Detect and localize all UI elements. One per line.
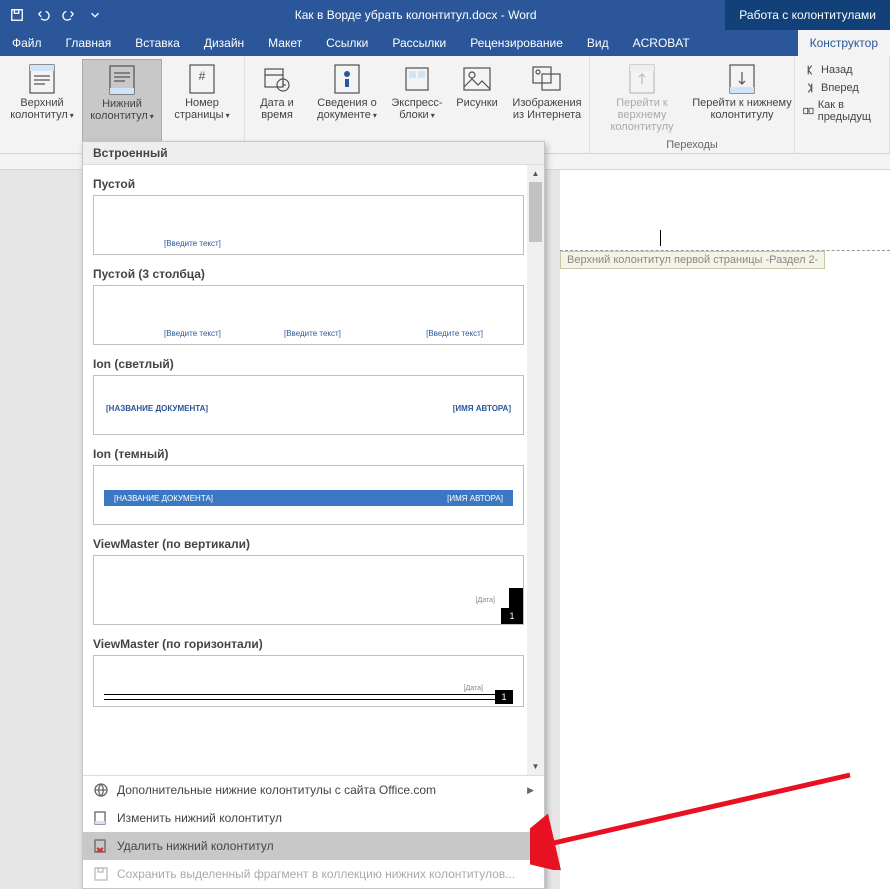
- header-icon: [26, 63, 58, 95]
- tab-layout[interactable]: Макет: [256, 30, 314, 56]
- edit-footer[interactable]: Изменить нижний колонтитул: [83, 804, 544, 832]
- tab-design[interactable]: Дизайн: [192, 30, 256, 56]
- window-title: Как в Ворде убрать колонтитул.docx - Wor…: [106, 8, 725, 22]
- tab-insert[interactable]: Вставка: [123, 30, 192, 56]
- gallery-scrollbar[interactable]: ▲ ▼: [527, 165, 544, 775]
- goto-header-icon: [626, 63, 658, 95]
- save-gallery-icon: [93, 866, 109, 882]
- edit-footer-icon: [93, 810, 109, 826]
- pictures-button[interactable]: Рисунки: [447, 59, 507, 153]
- tab-constructor[interactable]: Конструктор: [798, 30, 890, 56]
- gallery-footer: Дополнительные нижние колонтитулы с сайт…: [83, 775, 544, 888]
- quick-parts-button[interactable]: Экспресс-блоки: [387, 59, 447, 153]
- tab-mailings[interactable]: Рассылки: [380, 30, 458, 56]
- more-footers-online[interactable]: Дополнительные нижние колонтитулы с сайт…: [83, 776, 544, 804]
- goto-footer-icon: [726, 63, 758, 95]
- nav-back-button[interactable]: Назад: [803, 63, 881, 77]
- globe-icon: [93, 782, 109, 798]
- scroll-down-icon[interactable]: ▼: [527, 758, 544, 775]
- gallery-item-vm-horizontal[interactable]: [Дата] 1: [93, 655, 524, 707]
- gallery-item-title: Ion (темный): [93, 447, 524, 461]
- doc-info-icon: [331, 63, 363, 95]
- remove-footer[interactable]: Удалить нижний колонтитул: [83, 832, 544, 860]
- tab-view[interactable]: Вид: [575, 30, 621, 56]
- footer-icon: [106, 64, 138, 96]
- nav-forward-button[interactable]: Вперед: [803, 81, 881, 95]
- undo-icon[interactable]: [32, 4, 54, 26]
- gallery-item-empty3[interactable]: [Введите текст] [Введите текст] [Введите…: [93, 285, 524, 345]
- tab-acrobat[interactable]: ACROBAT: [621, 30, 702, 56]
- nav-group-label: Переходы: [592, 137, 792, 153]
- ribbon-tabs: Файл Главная Вставка Дизайн Макет Ссылки…: [0, 30, 890, 56]
- footer-gallery-dropdown: Встроенный ▲ ▼ Пустой [Введите текст] Пу…: [82, 141, 545, 889]
- gallery-item-ion-light[interactable]: [НАЗВАНИЕ ДОКУМЕНТА] [ИМЯ АВТОРА]: [93, 375, 524, 435]
- tab-review[interactable]: Рецензирование: [458, 30, 575, 56]
- gallery-item-title: ViewMaster (по вертикали): [93, 537, 524, 551]
- gallery-item-title: Ion (светлый): [93, 357, 524, 371]
- pictures-icon: [461, 63, 493, 95]
- online-pictures-icon: [531, 63, 563, 95]
- tab-home[interactable]: Главная: [54, 30, 124, 56]
- gallery-item-title: ViewMaster (по горизонтали): [93, 637, 524, 651]
- tab-references[interactable]: Ссылки: [314, 30, 380, 56]
- goto-footer-button[interactable]: Перейти к нижнему колонтитулу: [692, 59, 792, 137]
- save-icon[interactable]: [6, 4, 28, 26]
- gallery-item-title: Пустой (3 столбца): [93, 267, 524, 281]
- save-selection-footer: Сохранить выделенный фрагмент в коллекци…: [83, 860, 544, 888]
- text-cursor: [660, 230, 661, 246]
- header-button[interactable]: Верхний колонтитул: [2, 59, 82, 153]
- quick-parts-icon: [401, 63, 433, 95]
- nav-link-previous-button[interactable]: Как в предыдущ: [803, 99, 881, 123]
- qat-customize-icon[interactable]: [84, 4, 106, 26]
- footer-button[interactable]: Нижний колонтитул: [82, 59, 162, 153]
- gallery-category-header: Встроенный: [83, 142, 544, 165]
- ribbon: Верхний колонтитул Нижний колонтитул # Н…: [0, 56, 890, 154]
- goto-header-button: Перейти к верхнему колонтитулу: [592, 59, 692, 137]
- doc-info-button[interactable]: Сведения о документе: [307, 59, 387, 153]
- title-bar: Как в Ворде убрать колонтитул.docx - Wor…: [0, 0, 890, 30]
- scroll-thumb[interactable]: [529, 182, 542, 242]
- calendar-icon: [261, 63, 293, 95]
- gallery-item-title: Пустой: [93, 177, 524, 191]
- context-tab-header: Работа с колонтитулами: [725, 0, 890, 30]
- date-time-button[interactable]: Дата и время: [247, 59, 307, 153]
- page-number-button[interactable]: # Номер страницы: [162, 59, 242, 153]
- online-pictures-button[interactable]: Изображения из Интернета: [507, 59, 587, 153]
- page-number-icon: #: [186, 63, 218, 95]
- document-area[interactable]: Верхний колонтитул первой страницы -Разд…: [560, 170, 890, 889]
- header-section-tag: Верхний колонтитул первой страницы -Разд…: [560, 251, 825, 269]
- svg-text:#: #: [199, 69, 206, 83]
- tab-file[interactable]: Файл: [0, 30, 54, 56]
- gallery-item-ion-dark[interactable]: [НАЗВАНИЕ ДОКУМЕНТА] [ИМЯ АВТОРА]: [93, 465, 524, 525]
- gallery-item-empty[interactable]: [Введите текст]: [93, 195, 524, 255]
- chevron-right-icon: ▶: [527, 785, 534, 796]
- scroll-up-icon[interactable]: ▲: [527, 165, 544, 182]
- gallery-item-vm-vertical[interactable]: [Дата] 1: [93, 555, 524, 625]
- remove-footer-icon: [93, 838, 109, 854]
- redo-icon[interactable]: [58, 4, 80, 26]
- quick-access-toolbar: [0, 4, 106, 26]
